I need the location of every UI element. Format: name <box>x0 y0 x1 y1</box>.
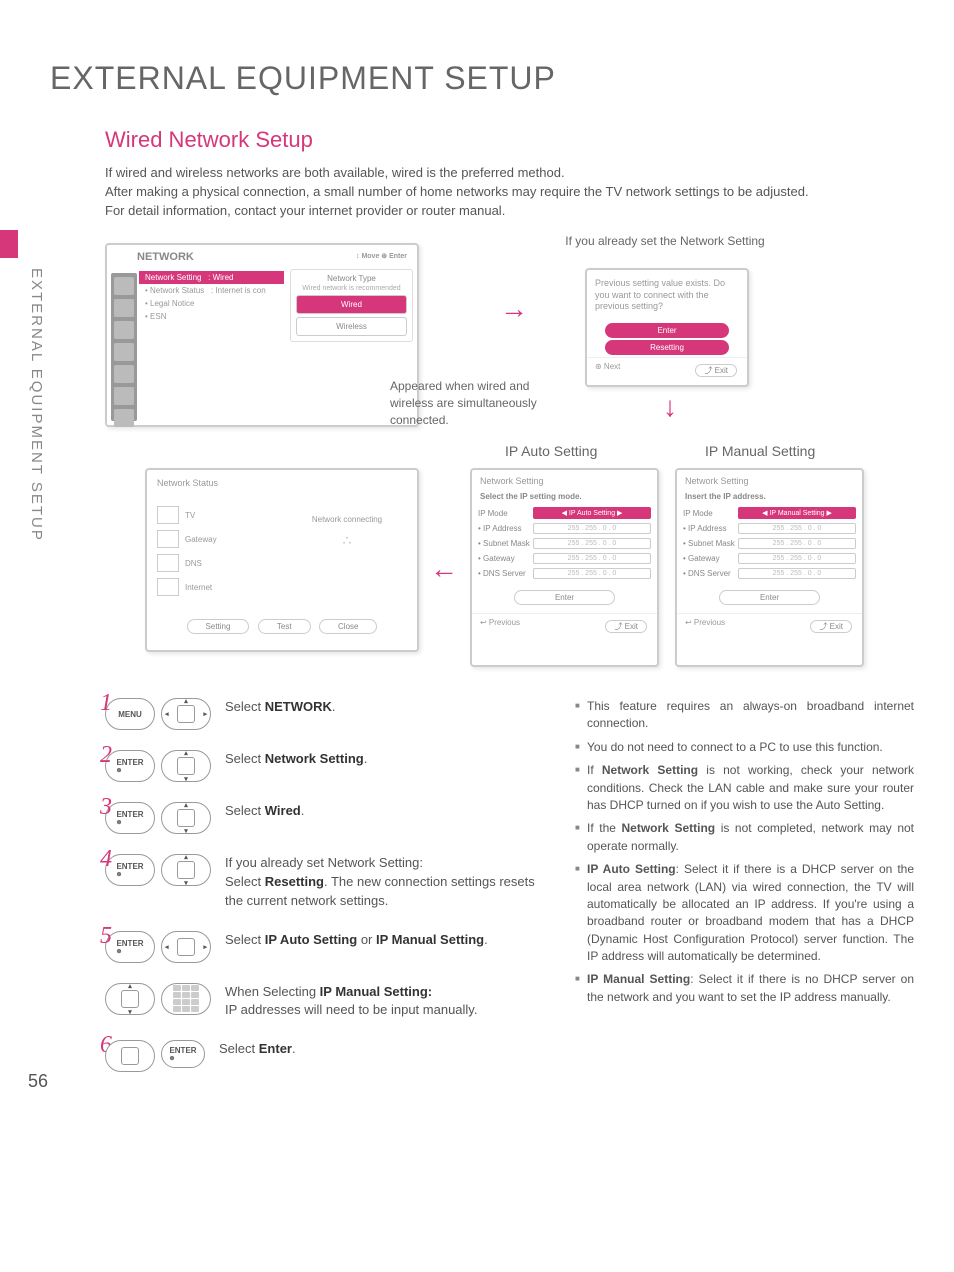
tv-icon <box>157 506 179 524</box>
arrow-down-icon: ↓ <box>663 391 677 423</box>
panel-title: Network Status <box>147 470 417 490</box>
note-item: This feature requires an always-on broad… <box>575 698 914 733</box>
note-item: IP Auto Setting: Select it if there is a… <box>575 861 914 965</box>
step-2: 2 ENTER⊛ ▴▾ Select Network Setting. <box>105 750 545 782</box>
ip-mode-msg: Select the IP setting mode. <box>472 488 657 505</box>
ip-mode-msg: Insert the IP address. <box>677 488 862 505</box>
network-type-title: Network Type <box>293 272 410 285</box>
numpad-remote-button <box>161 983 211 1015</box>
nav-remote-button <box>105 1040 155 1072</box>
intro-line: For detail information, contact your int… <box>105 203 914 218</box>
network-status-panel: Network Status TV Gateway DNS Internet N… <box>145 468 419 652</box>
dns-icon <box>157 554 179 572</box>
ip-address-field[interactable]: 255 . 255 . 0 . 0 <box>738 523 856 534</box>
side-tab <box>0 230 18 258</box>
previous-hint: ↩ Previous <box>480 618 520 635</box>
subnet-field[interactable]: 255 . 255 . 0 . 0 <box>738 538 856 549</box>
enter-remote-button: ENTER⊛ <box>105 854 155 886</box>
spinner-icon: ∴ <box>277 532 417 549</box>
page-number: 56 <box>28 1071 48 1092</box>
dns-field[interactable]: 255 . 255 . 0 . 0 <box>738 568 856 579</box>
already-set-label: If you already set the Network Setting <box>565 233 765 250</box>
enter-remote-button: ENTER⊛ <box>105 750 155 782</box>
panel-title: NETWORK ↕ Move ⊛ Enter <box>107 245 417 267</box>
exit-button[interactable]: ⤴ Exit <box>605 620 647 633</box>
note-item: If Network Setting is not working, check… <box>575 762 914 814</box>
menu-sidebar-icons <box>111 273 137 421</box>
menu-item-network-status[interactable]: • Network Status : Internet is con <box>139 284 284 297</box>
test-button[interactable]: Test <box>258 619 311 634</box>
setting-button[interactable]: Setting <box>187 619 250 634</box>
ip-auto-panel: Network Setting Select the IP setting mo… <box>470 468 659 667</box>
step-4: 4 ENTER⊛ ▴▾ If you already set Network S… <box>105 854 545 911</box>
gateway-field[interactable]: 255 . 255 . 0 . 0 <box>738 553 856 564</box>
enter-button[interactable]: Enter <box>514 590 615 605</box>
option-wireless[interactable]: Wireless <box>296 317 407 336</box>
confirm-message: Previous setting value exists. Do you wa… <box>587 270 747 321</box>
previous-hint: ↩ Previous <box>685 618 725 635</box>
menu-item-esn[interactable]: • ESN <box>139 310 284 323</box>
ip-manual-panel: Network Setting Insert the IP address. I… <box>675 468 864 667</box>
arrow-left-icon: ← <box>430 553 458 585</box>
nav-remote-button: ▴▾ <box>161 750 211 782</box>
internet-icon <box>157 578 179 596</box>
nav-remote-button: ▴▾ <box>161 854 211 886</box>
network-type-sub: Wired network is recommended <box>293 285 410 292</box>
step-5b: ▴▾ When Selecting IP Manual Setting:IP a… <box>105 983 545 1021</box>
dns-field: 255 . 255 . 0 . 0 <box>533 568 651 579</box>
note-item: You do not need to connect to a PC to us… <box>575 739 914 756</box>
panel-title: Network Setting <box>677 470 862 488</box>
next-hint: ⊛ Next <box>595 362 620 379</box>
ip-manual-label: IP Manual Setting <box>705 443 815 459</box>
step-3: 3 ENTER⊛ ▴▾ Select Wired. <box>105 802 545 834</box>
nav-remote-button: ▴▾ <box>161 802 211 834</box>
option-wired[interactable]: Wired <box>296 295 407 314</box>
section-title: Wired Network Setup <box>105 127 914 153</box>
note-item: IP Manual Setting: Select it if there is… <box>575 971 914 1006</box>
menu-item-network-setting[interactable]: Network Setting : Wired <box>139 271 284 284</box>
step-6: 6 ENTER⊛ Select Enter. <box>105 1040 545 1072</box>
nav-remote-button: ▴◂▸ <box>161 698 211 730</box>
resetting-button[interactable]: Resetting <box>605 340 729 355</box>
step-1: 1 MENU ▴◂▸ Select NETWORK. <box>105 698 545 730</box>
intro-line: If wired and wireless networks are both … <box>105 165 914 180</box>
menu-remote-button: MENU <box>105 698 155 730</box>
page-title: EXTERNAL EQUIPMENT SETUP <box>50 60 914 97</box>
enter-remote-button: ENTER⊛ <box>161 1040 205 1068</box>
confirm-panel: Previous setting value exists. Do you wa… <box>585 268 749 387</box>
ip-address-field: 255 . 255 . 0 . 0 <box>533 523 651 534</box>
nav-remote-button: ▴▾ <box>105 983 155 1015</box>
enter-button[interactable]: Enter <box>605 323 729 338</box>
ip-mode-selector[interactable]: ◀ IP Auto Setting ▶ <box>533 507 651 519</box>
close-button[interactable]: Close <box>319 619 377 634</box>
ip-auto-label: IP Auto Setting <box>505 443 597 459</box>
appeared-note: Appeared when wired and wireless are sim… <box>390 378 570 428</box>
step-5: 5 ENTER⊛ ◂▸ Select IP Auto Setting or IP… <box>105 931 545 963</box>
nav-hints: ↕ Move ⊛ Enter <box>356 252 407 260</box>
enter-button[interactable]: Enter <box>719 590 820 605</box>
panel-title: Network Setting <box>472 470 657 488</box>
enter-remote-button: ENTER⊛ <box>105 931 155 963</box>
gateway-icon <box>157 530 179 548</box>
exit-button[interactable]: ⤴ Exit <box>810 620 852 633</box>
menu-item-legal-notice[interactable]: • Legal Notice <box>139 297 284 310</box>
side-label: EXTERNAL EQUIPMENT SETUP <box>28 268 45 542</box>
intro-line: After making a physical connection, a sm… <box>105 184 914 199</box>
gateway-field: 255 . 255 . 0 . 0 <box>533 553 651 564</box>
subnet-field: 255 . 255 . 0 . 0 <box>533 538 651 549</box>
exit-button[interactable]: ⤴ Exit <box>695 364 737 377</box>
network-menu-panel: NETWORK ↕ Move ⊛ Enter Network Setting :… <box>105 243 419 427</box>
ip-mode-selector[interactable]: ◀ IP Manual Setting ▶ <box>738 507 856 519</box>
note-item: If the Network Setting is not completed,… <box>575 820 914 855</box>
arrow-right-icon: → <box>500 293 528 325</box>
enter-remote-button: ENTER⊛ <box>105 802 155 834</box>
connecting-label: Network connecting <box>277 515 417 524</box>
nav-remote-button: ◂▸ <box>161 931 211 963</box>
